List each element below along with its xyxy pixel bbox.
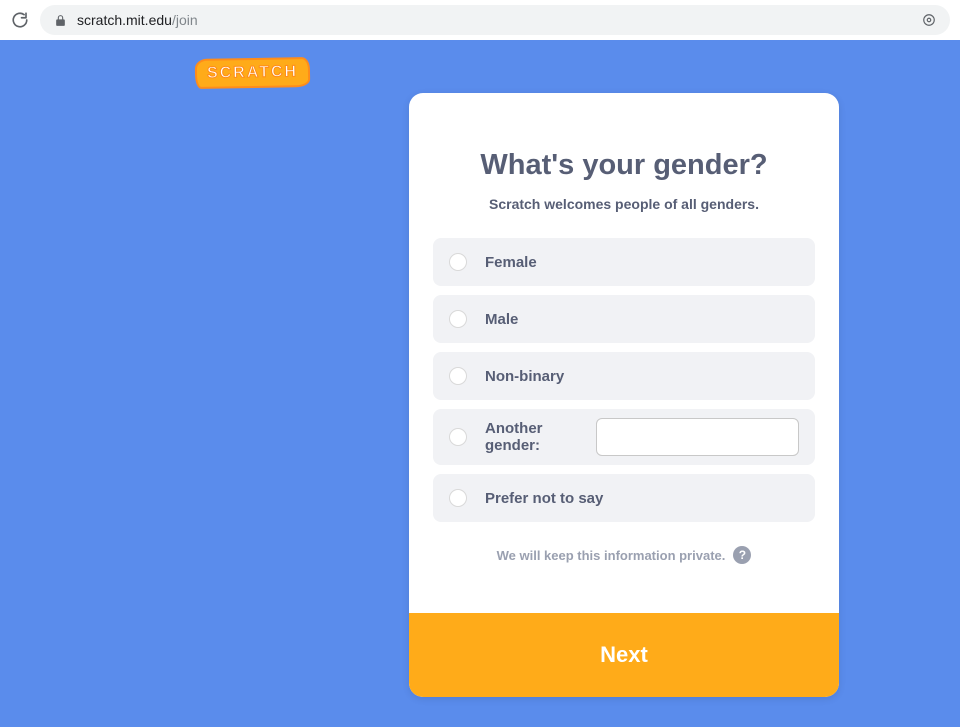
- page-background: SCRATCH What's your gender? Scratch welc…: [0, 40, 960, 727]
- reload-button[interactable]: [10, 10, 30, 30]
- form-subtitle: Scratch welcomes people of all genders.: [489, 196, 759, 212]
- radio-male[interactable]: [449, 310, 467, 328]
- next-button[interactable]: Next: [409, 613, 839, 697]
- option-male-label: Male: [485, 311, 518, 328]
- option-prefer-not[interactable]: Prefer not to say: [433, 474, 815, 522]
- browser-toolbar: scratch.mit.edu/join: [0, 0, 960, 40]
- option-nonbinary[interactable]: Non-binary: [433, 352, 815, 400]
- option-another[interactable]: Another gender:: [433, 409, 815, 465]
- url-text: scratch.mit.edu/join: [77, 12, 198, 28]
- radio-another[interactable]: [449, 428, 467, 446]
- lock-icon: [54, 14, 67, 27]
- site-settings-icon[interactable]: [922, 13, 936, 27]
- help-icon[interactable]: ?: [733, 546, 751, 564]
- url-domain: scratch.mit.edu: [77, 12, 172, 28]
- radio-female[interactable]: [449, 253, 467, 271]
- address-bar[interactable]: scratch.mit.edu/join: [40, 5, 950, 35]
- card-body: What's your gender? Scratch welcomes peo…: [409, 93, 839, 613]
- option-nonbinary-label: Non-binary: [485, 368, 564, 385]
- another-gender-input[interactable]: [596, 418, 799, 456]
- option-another-label: Another gender:: [485, 420, 574, 454]
- option-female[interactable]: Female: [433, 238, 815, 286]
- option-prefer-not-label: Prefer not to say: [485, 490, 603, 507]
- scratch-logo-text: SCRATCH: [195, 57, 311, 89]
- privacy-note: We will keep this information private. ?: [497, 546, 752, 564]
- gender-options: Female Male Non-binary Another gender:: [433, 238, 815, 522]
- option-female-label: Female: [485, 254, 537, 271]
- form-title: What's your gender?: [480, 149, 767, 182]
- radio-prefer-not[interactable]: [449, 489, 467, 507]
- radio-nonbinary[interactable]: [449, 367, 467, 385]
- scratch-logo[interactable]: SCRATCH: [195, 58, 310, 88]
- option-male[interactable]: Male: [433, 295, 815, 343]
- signup-card: What's your gender? Scratch welcomes peo…: [409, 93, 839, 697]
- privacy-text: We will keep this information private.: [497, 548, 726, 563]
- next-button-label: Next: [600, 642, 648, 668]
- url-path: /join: [172, 12, 198, 28]
